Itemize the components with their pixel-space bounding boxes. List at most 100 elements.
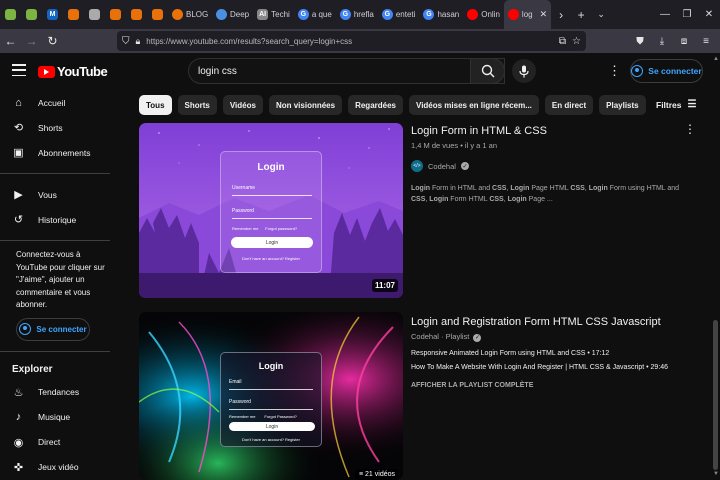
browser-tab[interactable] [126, 0, 147, 29]
browser-tab[interactable]: Genteti [378, 0, 420, 29]
sidebar-item-label: Direct [38, 437, 61, 447]
playlist-video-item[interactable]: Responsive Animated Login Form using HTM… [411, 350, 609, 357]
thumb-login-title: Login [258, 361, 284, 371]
playlist-video-item[interactable]: How To Make A Website With Login And Reg… [411, 364, 668, 371]
back-button[interactable]: ← [0, 29, 21, 53]
tab-favicon-icon: G [381, 9, 393, 20]
search-input[interactable] [198, 65, 448, 77]
sidebar-item-accueil[interactable]: ⌂ Accueil [0, 90, 122, 115]
thumb-login-title: Login [257, 162, 285, 173]
sidebar-item-jeux-vidéo[interactable]: ✜ Jeux vidéo [0, 455, 122, 480]
playlist-thumbnail[interactable]: Login Email Password Remember me Forgot … [139, 312, 403, 480]
hamburger-menu-icon[interactable] [12, 64, 26, 76]
extensions-icon[interactable]: ⧈ [674, 31, 694, 51]
new-tab-button[interactable]: + [571, 0, 591, 29]
close-tab-icon[interactable]: ✕ [540, 9, 548, 20]
browser-tab[interactable]: M [42, 0, 63, 29]
browser-tab[interactable]: AI Techi [253, 0, 294, 29]
login-card-preview: Login Email Password Remember me Forgot … [220, 352, 322, 447]
browser-tab[interactable]: Ghrefla [336, 0, 378, 29]
filter-chip[interactable]: Shorts [177, 95, 217, 115]
lock-icon[interactable]: 🔒︎ [136, 36, 141, 47]
thumb-remember: Remember me [229, 414, 256, 419]
downloads-icon[interactable]: ⤓ [652, 31, 672, 51]
sidebar-item-musique[interactable]: ♪ Musique [0, 405, 122, 430]
filter-chip[interactable]: En direct [544, 95, 594, 115]
browser-tab[interactable] [21, 0, 42, 29]
sidebar-item-shorts[interactable]: ⟲ Shorts [0, 115, 122, 140]
tab-title: enteti [395, 10, 416, 19]
playlist-channel-text[interactable]: Codehal · Playlist [411, 332, 469, 341]
browser-tab[interactable] [0, 0, 21, 29]
filter-chip[interactable]: Vidéos mises en ligne récem... [409, 95, 539, 115]
sidebar-item-abonnements[interactable]: ▣ Abonnements [0, 140, 122, 165]
voice-search-button[interactable] [512, 59, 536, 83]
sidebar-item-historique[interactable]: ↺ Historique [0, 207, 122, 232]
filter-chip[interactable]: Playlists [599, 95, 646, 115]
bookmark-star-icon[interactable]: ☆ [572, 36, 581, 47]
sidebar-signin-button[interactable]: Se connecter [16, 317, 90, 341]
thumb-remember-text: Remember me Forgot password? [221, 226, 321, 231]
playlist-count-text: 21 vidéos [365, 471, 395, 478]
thumb-login-button: Login [229, 422, 315, 431]
video-menu-icon[interactable]: ⋮ [684, 122, 696, 136]
browser-tab[interactable]: Ga que [294, 0, 336, 29]
more-options-icon[interactable]: ⋮ [608, 63, 621, 79]
youtube-logo[interactable]: YouTube [38, 64, 108, 79]
filters-button[interactable]: Filtres ☰ [656, 99, 696, 110]
browser-tab[interactable] [147, 0, 168, 29]
scrollbar-thumb[interactable] [713, 320, 718, 470]
view-full-playlist-link[interactable]: AFFICHER LA PLAYLIST COMPLÈTE [411, 382, 533, 389]
browser-tab[interactable]: Onlin [463, 0, 504, 29]
search-box[interactable]: ✕ [188, 58, 505, 84]
browser-tab[interactable]: Ghasan [419, 0, 463, 29]
tab-title: Onlin [481, 10, 500, 19]
browser-tab[interactable]: Deep [212, 0, 253, 29]
menu-icon[interactable]: ≡ [696, 31, 716, 51]
sidebar-item-direct[interactable]: ◉ Direct [0, 430, 122, 455]
scroll-up-icon[interactable]: ▲ [713, 56, 719, 62]
url-text[interactable]: https://www.youtube.com/results?search_q… [146, 37, 553, 46]
pocket-icon[interactable]: ⛊ [630, 31, 650, 51]
video-title[interactable]: Login Form in HTML & CSS [411, 125, 547, 137]
video-thumbnail[interactable]: Login Username Password Remember me Forg… [139, 123, 403, 298]
playlist-video-title: Responsive Animated Login Form using HTM… [411, 350, 586, 357]
playlist-title[interactable]: Login and Registration Form HTML CSS Jav… [411, 316, 661, 328]
sidebar-item-tendances[interactable]: ♨ Tendances [0, 380, 122, 405]
maximize-button[interactable]: ❐ [676, 0, 698, 29]
browser-tab[interactable]: BLOG [168, 0, 212, 29]
close-window-button[interactable]: ✕ [698, 0, 720, 29]
browser-tab[interactable] [105, 0, 126, 29]
shield-icon[interactable]: ⛉ [122, 36, 130, 47]
browser-tab[interactable] [63, 0, 84, 29]
forward-button[interactable]: → [21, 29, 42, 53]
reload-button[interactable]: ↻ [42, 29, 63, 53]
description-fragment: Form HTML [448, 196, 490, 203]
tab-favicon-icon: G [297, 9, 309, 20]
youtube-wordmark: YouTube [57, 64, 108, 79]
tab-scroll-right-icon[interactable]: › [551, 0, 571, 29]
filter-chip[interactable]: Regardées [348, 95, 403, 115]
browser-tab[interactable] [84, 0, 105, 29]
filter-chip[interactable]: Tous [139, 95, 172, 115]
youtube-play-icon [38, 65, 55, 78]
playlist-video-duration: 29:46 [650, 364, 669, 371]
filter-chip[interactable]: Non visionnées [268, 95, 343, 115]
address-bar[interactable]: ⛉ 🔒︎ https://www.youtube.com/results?sea… [117, 31, 586, 51]
minimize-button[interactable]: — [654, 0, 676, 29]
video-meta: 1,4 M de vues • il y a 1 an [411, 141, 498, 150]
description-fragment: CSS [489, 196, 504, 203]
channel-row[interactable]: </> Codehal ✓ [411, 160, 469, 172]
sidebar-item-vous[interactable]: ▶ Vous [0, 182, 122, 207]
browser-tab[interactable]: log ✕ [503, 0, 552, 29]
search-button[interactable] [470, 58, 505, 84]
scroll-down-icon[interactable]: ▼ [713, 471, 719, 477]
header-signin-button[interactable]: Se connecter [630, 59, 703, 83]
channel-avatar[interactable]: </> [411, 160, 423, 172]
filter-chip[interactable]: Vidéos [222, 95, 263, 115]
page-action-icon[interactable]: ⧉ [559, 36, 566, 47]
channel-name[interactable]: Codehal [428, 162, 456, 171]
thumb-login-button: Login [231, 237, 313, 248]
tab-title: log [521, 10, 533, 19]
tab-list-button[interactable]: ⌄ [591, 0, 611, 29]
